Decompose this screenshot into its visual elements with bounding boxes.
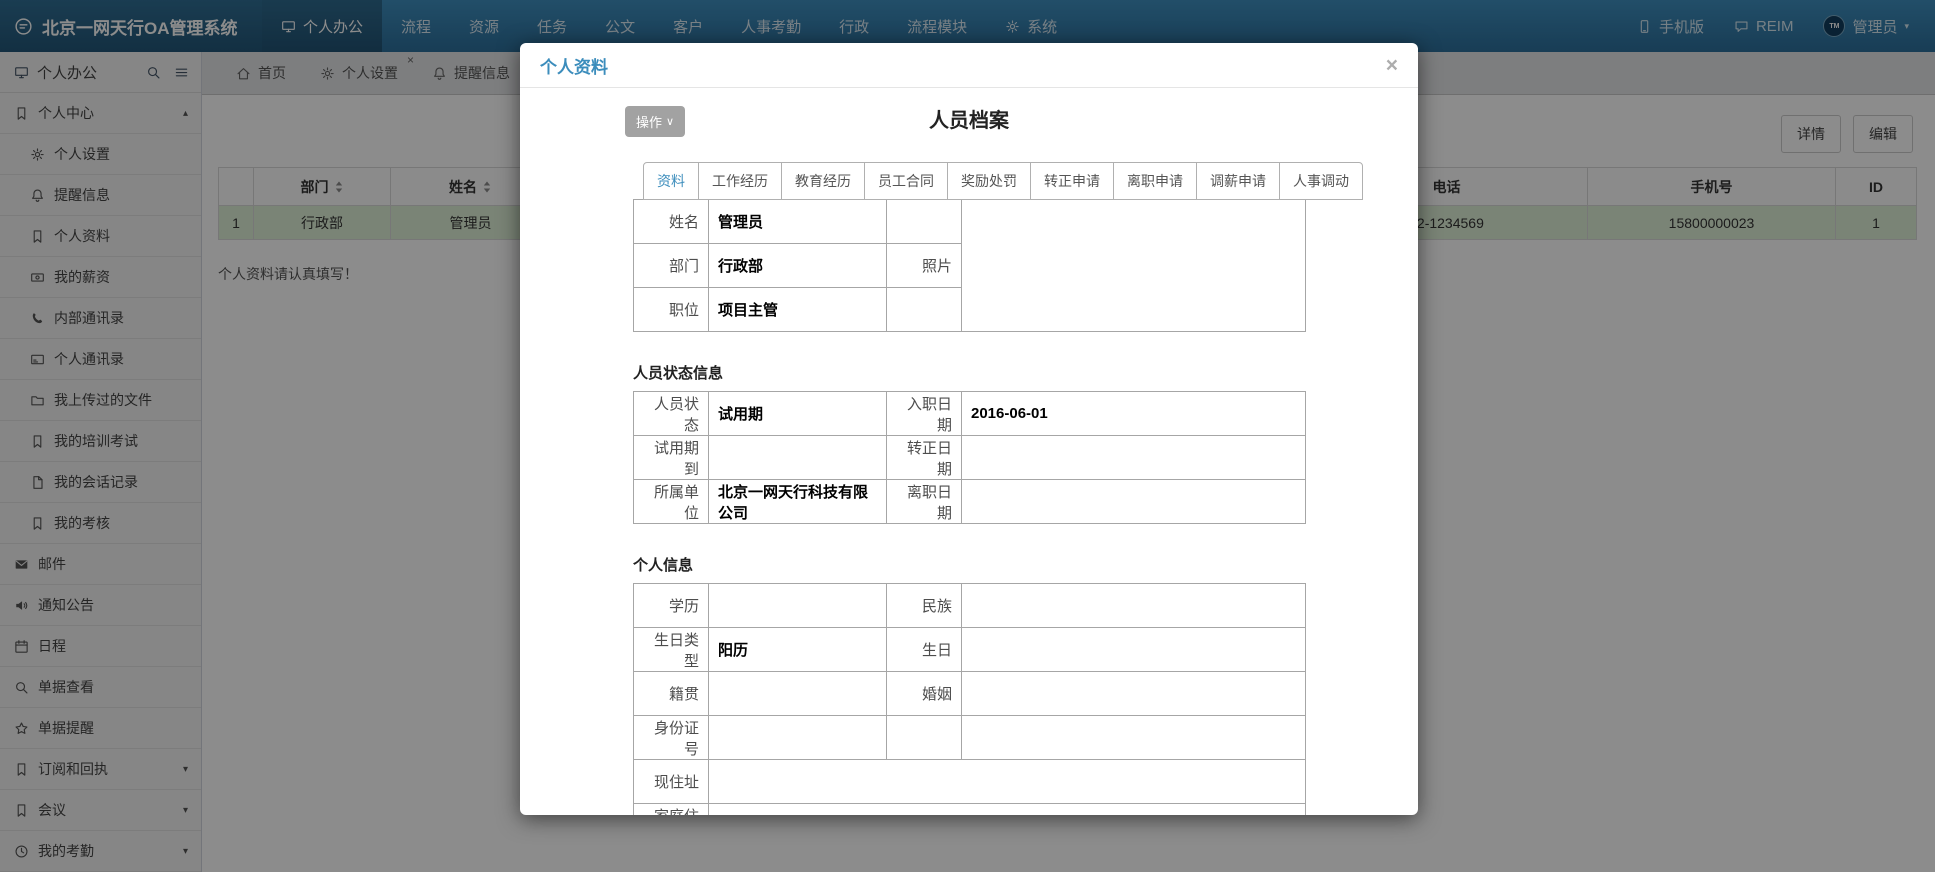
screen: 北京一网天行OA管理系统 个人办公流程资源任务公文客户人事考勤行政流程模块系统 … [0, 0, 1935, 872]
field-value: 项目主管 [709, 288, 887, 332]
field-value: 北京一网天行科技有限公司 [709, 480, 887, 524]
profile-tab-1[interactable]: 工作经历 [698, 162, 782, 200]
form-row: 生日类型阳历生日 [634, 628, 1306, 672]
form-row: 试用期到 转正日期 [634, 436, 1306, 480]
field-label: 人员状态 [634, 392, 709, 436]
field-label: 入职日期 [887, 392, 962, 436]
field-value: 管理员 [709, 200, 887, 244]
modal-header: 个人资料 × [520, 43, 1418, 88]
profile-tab-7[interactable]: 调薪申请 [1196, 162, 1280, 200]
field-label: 籍贯 [634, 672, 709, 716]
field-label: 民族 [887, 584, 962, 628]
caret-down-icon: ∨ [666, 115, 674, 128]
field-value [962, 584, 1306, 628]
form-row: 人员状态试用期入职日期2016-06-01 [634, 392, 1306, 436]
operations-label: 操作 [636, 112, 662, 131]
field-label [887, 200, 962, 244]
field-value [709, 804, 1306, 816]
field-value: 行政部 [709, 244, 887, 288]
field-label: 身份证号 [634, 716, 709, 760]
form-wrap: 操作 ∨ 人员档案 资料工作经历教育经历员工合同奖励处罚转正申请离职申请调薪申请… [633, 106, 1305, 815]
section-title: 个人信息 [633, 554, 1305, 575]
field-label [887, 716, 962, 760]
modal-title: 个人资料 [540, 53, 608, 78]
form-row: 现住址 [634, 760, 1306, 804]
field-value: 阳历 [709, 628, 887, 672]
modal-body: 操作 ∨ 人员档案 资料工作经历教育经历员工合同奖励处罚转正申请离职申请调薪申请… [520, 88, 1418, 815]
modal-toolbar: 操作 ∨ 人员档案 [633, 106, 1305, 136]
field-value [962, 436, 1306, 480]
field-label [887, 288, 962, 332]
form-row: 籍贯 婚姻 [634, 672, 1306, 716]
modal-close-button[interactable]: × [1386, 55, 1398, 76]
field-label: 姓名 [634, 200, 709, 244]
field-value [962, 628, 1306, 672]
personal-profile-modal: 个人资料 × 操作 ∨ 人员档案 资料工作经历教育经历员工合同奖励处罚转正申请离… [520, 43, 1418, 815]
field-label: 部门 [634, 244, 709, 288]
document-title: 人员档案 [633, 106, 1305, 136]
form-row: 学历 民族 [634, 584, 1306, 628]
field-value [709, 584, 887, 628]
field-value [709, 672, 887, 716]
field-value [962, 672, 1306, 716]
form-row: 所属单位北京一网天行科技有限公司离职日期 [634, 480, 1306, 524]
profile-tabs: 资料工作经历教育经历员工合同奖励处罚转正申请离职申请调薪申请人事调动 [643, 162, 1305, 200]
profile-tab-2[interactable]: 教育经历 [781, 162, 865, 200]
field-label: 现住址 [634, 760, 709, 804]
field-value: 2016-06-01 [962, 392, 1306, 436]
field-value: 试用期 [709, 392, 887, 436]
form-sections: 人员状态信息人员状态试用期入职日期2016-06-01试用期到转正日期所属单位北… [633, 362, 1305, 815]
basic-info-table: 姓名管理员部门行政部照片职位项目主管 [633, 199, 1306, 332]
field-value [709, 436, 887, 480]
field-label: 学历 [634, 584, 709, 628]
form-row: 身份证号 [634, 716, 1306, 760]
field-label: 试用期到 [634, 436, 709, 480]
operations-dropdown-button[interactable]: 操作 ∨ [625, 106, 685, 137]
field-value [709, 760, 1306, 804]
field-label: 离职日期 [887, 480, 962, 524]
field-label: 生日 [887, 628, 962, 672]
field-label: 所属单位 [634, 480, 709, 524]
field-label: 职位 [634, 288, 709, 332]
profile-tab-6[interactable]: 离职申请 [1113, 162, 1197, 200]
photo-label: 照片 [887, 244, 962, 288]
section-title: 人员状态信息 [633, 362, 1305, 383]
profile-tab-8[interactable]: 人事调动 [1279, 162, 1363, 200]
field-label: 家庭住址 [634, 804, 709, 816]
profile-tab-4[interactable]: 奖励处罚 [947, 162, 1031, 200]
field-label: 转正日期 [887, 436, 962, 480]
section-table: 学历民族生日类型阳历生日籍贯婚姻身份证号现住址家庭住址 [633, 583, 1306, 815]
profile-tab-0[interactable]: 资料 [643, 162, 699, 200]
photo-cell [962, 200, 1306, 332]
field-value [962, 480, 1306, 524]
field-label: 生日类型 [634, 628, 709, 672]
profile-tab-3[interactable]: 员工合同 [864, 162, 948, 200]
form-row: 家庭住址 [634, 804, 1306, 816]
form-row: 姓名管理员 [634, 200, 1306, 244]
section-table: 人员状态试用期入职日期2016-06-01试用期到转正日期所属单位北京一网天行科… [633, 391, 1306, 524]
field-value [709, 716, 887, 760]
field-label: 婚姻 [887, 672, 962, 716]
field-value [962, 716, 1306, 760]
profile-tab-5[interactable]: 转正申请 [1030, 162, 1114, 200]
